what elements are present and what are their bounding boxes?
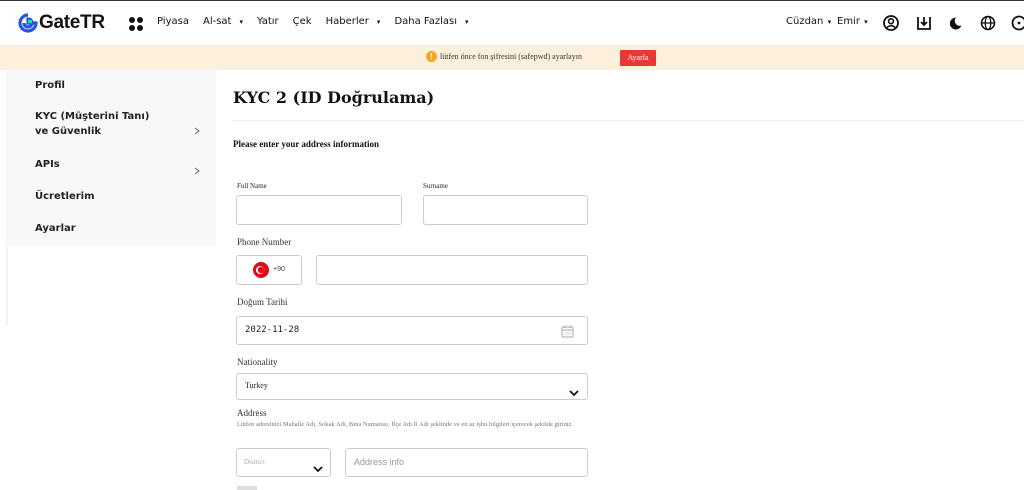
sidebar-item-ucretlerim[interactable]: Ücretlerim [35, 189, 95, 204]
page-title: KYC 2 (ID Doğrulama) [233, 88, 435, 107]
chevron-down-icon [313, 458, 323, 473]
caret-down-icon: ▾ [376, 18, 381, 26]
gate-logo-icon [18, 13, 38, 33]
menu-item-daha-fazlasi[interactable]: Daha Fazlası ▾ [394, 16, 475, 27]
address-hint: Lütfen adresinizi Mahalle Adı, Sokak Adı… [237, 421, 574, 428]
caret-down-icon: ▾ [864, 18, 868, 26]
top-navigation-bar [0, 0, 1024, 46]
sidebar-item-kyc[interactable]: KYC (Müşterini Tanı) ve Güvenlik [35, 109, 160, 139]
full-name-field[interactable] [236, 195, 402, 225]
account-icon[interactable] [882, 14, 900, 32]
country-code-select[interactable] [236, 255, 302, 285]
chevron-right-icon [193, 120, 201, 135]
phone-label: Phone Number [237, 237, 292, 247]
menu-item-al-sat[interactable]: Al-sat ▾ [203, 16, 250, 27]
address-label: Address [237, 408, 267, 418]
set-password-button[interactable]: Ayarla [620, 50, 656, 66]
title-divider [233, 120, 1024, 121]
more-icon[interactable] [1010, 14, 1024, 32]
next-field-fragment [237, 486, 257, 490]
sidebar-item-label: KYC (Müşterini Tanı) ve Güvenlik [35, 111, 150, 137]
country-code: +90 [273, 266, 285, 273]
birth-date-value: 2022-11-28 [245, 325, 300, 335]
full-name-label: Full Name [237, 182, 267, 190]
nationality-select[interactable] [236, 373, 588, 400]
caret-down-icon: ▾ [239, 18, 243, 26]
brand-name: GateTR [39, 12, 105, 33]
sidebar-item-label: APIs [35, 159, 60, 170]
nationality-value: Turkey [245, 381, 268, 390]
notice-text: lütfen önce fon şifresini (safepwd) ayar… [440, 52, 582, 61]
menu-item-piyasa[interactable]: Piyasa [157, 16, 196, 27]
theme-moon-icon[interactable] [948, 14, 966, 32]
menu-item-haberler[interactable]: Haberler ▾ [326, 16, 388, 27]
warning-icon: ! [426, 51, 437, 62]
main-menu: Piyasa Al-sat ▾ Yatır Çek Haberler ▾ Daha … [157, 16, 483, 27]
surname-label: Surname [423, 182, 448, 190]
phone-number-field[interactable] [316, 255, 588, 285]
turkey-flag-icon [253, 262, 269, 278]
sidebar-item-label: Ayarlar [35, 223, 76, 234]
caret-down-icon: ▾ [827, 18, 832, 26]
address-info-placeholder: Address info [354, 457, 405, 467]
brand-logo[interactable]: GateTR [18, 12, 105, 34]
sidebar-item-profil[interactable]: Profil [35, 78, 65, 93]
chevron-down-icon [569, 382, 579, 397]
district-placeholder: District [244, 458, 265, 466]
menu-item-cek[interactable]: Çek [293, 16, 319, 27]
section-title: Please enter your address information [233, 139, 379, 149]
orders-menu[interactable]: Emir ▾ [837, 16, 868, 27]
download-icon[interactable] [915, 14, 933, 32]
wallet-menu[interactable]: Cüzdan ▾ [786, 16, 831, 27]
apps-grid-icon[interactable] [129, 17, 143, 31]
language-globe-icon[interactable] [979, 14, 997, 32]
calendar-icon[interactable] [561, 323, 574, 338]
window-top-border [0, 0, 1024, 1]
surname-field[interactable] [423, 195, 588, 225]
sidebar-item-apis[interactable]: APIs [35, 157, 60, 172]
sidebar-item-label: Profil [35, 80, 65, 91]
chevron-right-icon [193, 160, 201, 175]
sidebar-item-label: Ücretlerim [35, 191, 95, 202]
nationality-label: Nationality [237, 357, 278, 367]
birth-date-label: Doğum Tarihi [237, 297, 288, 307]
sidebar-item-ayarlar[interactable]: Ayarlar [35, 221, 76, 236]
caret-down-icon: ▾ [465, 18, 469, 26]
menu-item-yatir[interactable]: Yatır [257, 16, 286, 27]
sidebar-edge [6, 246, 8, 326]
